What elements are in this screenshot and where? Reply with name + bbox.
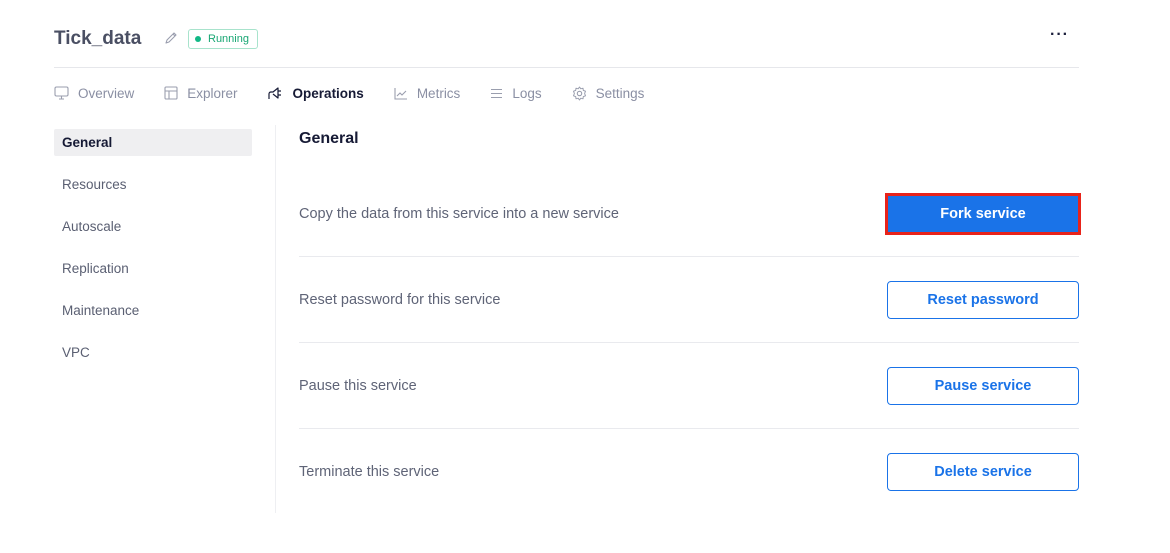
table-layout-icon bbox=[164, 86, 178, 100]
terminate-description: Terminate this service bbox=[299, 464, 440, 480]
tab-label: Settings bbox=[595, 85, 645, 101]
tab-metrics[interactable]: Metrics bbox=[394, 85, 461, 101]
status-badge: Running bbox=[188, 29, 258, 49]
sidebar-divider bbox=[275, 125, 276, 513]
fork-service-button[interactable]: Fork service bbox=[885, 192, 1081, 235]
tab-label: Operations bbox=[292, 85, 364, 101]
pencil-icon[interactable] bbox=[163, 30, 179, 46]
tab-overview[interactable]: Overview bbox=[54, 86, 134, 101]
tab-label: Metrics bbox=[416, 85, 461, 101]
status-dot-icon bbox=[195, 36, 201, 42]
sidebar-item-resources[interactable]: Resources bbox=[54, 171, 252, 198]
line-chart-icon bbox=[394, 87, 407, 100]
fork-description: Copy the data from this service into a n… bbox=[299, 205, 619, 222]
status-label: Running bbox=[208, 33, 249, 45]
general-panel: General Copy the data from this service … bbox=[299, 130, 1081, 515]
list-icon bbox=[491, 88, 503, 98]
operations-list: Copy the data from this service into a n… bbox=[299, 171, 1081, 515]
tab-operations[interactable]: Operations bbox=[267, 85, 364, 101]
tab-logs[interactable]: Logs bbox=[490, 85, 542, 101]
sidebar-item-autoscale[interactable]: Autoscale bbox=[54, 213, 252, 240]
sidebar-item-replication[interactable]: Replication bbox=[54, 255, 252, 282]
reset-password-button[interactable]: Reset password bbox=[887, 280, 1079, 319]
more-options-button[interactable]: ··· bbox=[1050, 26, 1069, 44]
reset-password-row: Reset password for this service Reset pa… bbox=[299, 257, 1079, 343]
tab-label: Explorer bbox=[187, 85, 238, 101]
tab-label: Logs bbox=[512, 85, 542, 101]
service-header: Tick_data Running ··· bbox=[54, 26, 1079, 68]
gear-icon bbox=[572, 86, 586, 100]
tab-bar: Overview Explorer Operations Metrics Log… bbox=[54, 83, 674, 103]
fork-row: Copy the data from this service into a n… bbox=[299, 171, 1081, 257]
pause-row: Pause this service Pause service bbox=[299, 343, 1079, 429]
megaphone-icon bbox=[267, 87, 281, 99]
sidebar-item-maintenance[interactable]: Maintenance bbox=[54, 297, 252, 324]
sidebar-item-vpc[interactable]: VPC bbox=[54, 339, 252, 366]
operations-sidebar: General Resources Autoscale Replication … bbox=[54, 129, 252, 381]
service-title: Tick_data bbox=[54, 28, 142, 49]
tab-settings[interactable]: Settings bbox=[572, 85, 645, 101]
monitor-icon bbox=[54, 86, 69, 100]
tab-label: Overview bbox=[78, 85, 135, 101]
sidebar-item-general[interactable]: General bbox=[54, 129, 252, 156]
section-title: General bbox=[299, 130, 359, 147]
delete-service-button[interactable]: Delete service bbox=[887, 453, 1079, 491]
terminate-row: Terminate this service Delete service bbox=[299, 429, 1079, 515]
pause-description: Pause this service bbox=[299, 377, 417, 394]
tab-explorer[interactable]: Explorer bbox=[164, 85, 238, 101]
reset-password-description: Reset password for this service bbox=[299, 291, 501, 308]
pause-service-button[interactable]: Pause service bbox=[887, 366, 1079, 405]
